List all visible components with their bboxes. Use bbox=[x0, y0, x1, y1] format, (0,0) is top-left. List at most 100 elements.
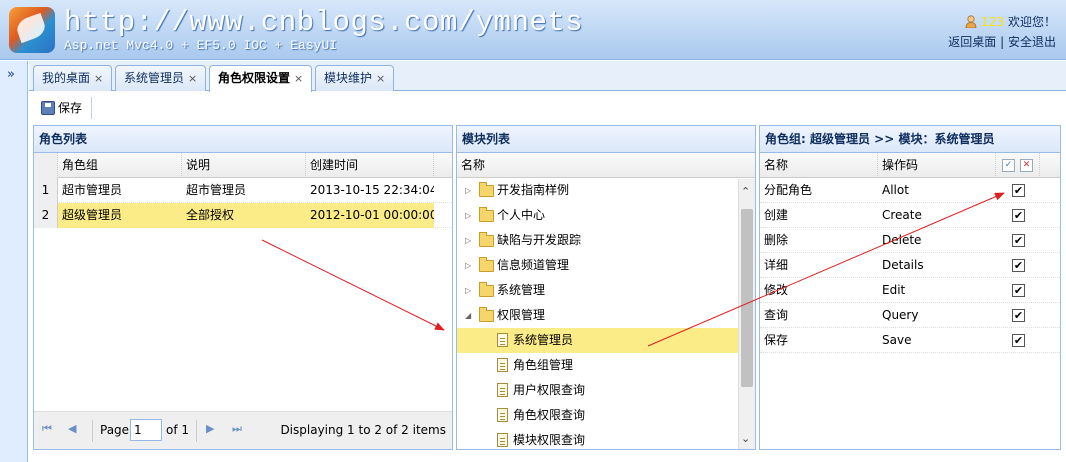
tree-node-label: 用户权限查询 bbox=[513, 383, 586, 397]
page-number-input[interactable]: 1 bbox=[130, 419, 162, 441]
tree-node-file[interactable]: 用户权限查询 bbox=[457, 378, 738, 403]
tree-node-folder[interactable]: ▷ 缺陷与开发跟踪 bbox=[457, 228, 738, 253]
scroll-up-icon[interactable]: ⌃ bbox=[741, 185, 750, 198]
tree-node-folder[interactable]: ▷ 系统管理 bbox=[457, 278, 738, 303]
panel-title: 角色列表 bbox=[34, 126, 452, 153]
permission-checkbox[interactable]: ✔ bbox=[1012, 209, 1025, 222]
expand-arrow-icon[interactable]: ▷ bbox=[465, 228, 471, 253]
folder-icon bbox=[479, 257, 494, 272]
op-code-cell: Save bbox=[882, 333, 912, 347]
west-collapsed-panel: » bbox=[0, 61, 28, 462]
vertical-scrollbar[interactable]: ⌃ ⌄ bbox=[738, 179, 755, 449]
role-name-cell: 超市管理员 bbox=[62, 183, 123, 197]
close-icon[interactable]: × bbox=[294, 72, 303, 85]
permission-checkbox[interactable]: ✔ bbox=[1012, 284, 1025, 297]
panel-title: 模块列表 bbox=[457, 126, 755, 153]
permission-checkbox[interactable]: ✔ bbox=[1012, 334, 1025, 347]
logout-link[interactable]: 安全退出 bbox=[1008, 35, 1056, 49]
file-icon bbox=[497, 408, 508, 422]
op-name-cell: 分配角色 bbox=[764, 183, 813, 197]
save-button[interactable]: 保存 bbox=[37, 97, 86, 119]
column-header-code[interactable]: 操作码 bbox=[878, 153, 996, 178]
permission-checkbox[interactable]: ✔ bbox=[1012, 184, 1025, 197]
table-row[interactable]: 删除 Delete ✔ bbox=[760, 228, 1060, 253]
select-all-icon[interactable]: ✓ bbox=[1002, 159, 1015, 172]
close-icon[interactable]: × bbox=[188, 72, 197, 85]
last-page-icon[interactable]: ⏭ bbox=[232, 422, 242, 436]
column-header-desc[interactable]: 说明 bbox=[182, 153, 306, 178]
tree-node-folder[interactable]: ▷ 信息频道管理 bbox=[457, 253, 738, 278]
column-header-name[interactable]: 名称 bbox=[760, 153, 878, 178]
module-list-panel: 模块列表 名称 ▷ 开发指南样例 ▷ 个人中心 ▷ 缺陷与开发跟踪 ▷ 信息频道… bbox=[456, 125, 756, 450]
prev-page-icon[interactable]: ◀ bbox=[68, 422, 76, 435]
op-code-cell: Create bbox=[882, 208, 922, 222]
column-header-time[interactable]: 创建时间 bbox=[306, 153, 434, 178]
permission-checkbox[interactable]: ✔ bbox=[1012, 259, 1025, 272]
tab-role-permissions[interactable]: 角色权限设置 × bbox=[209, 65, 313, 92]
column-header-role[interactable]: 角色组 bbox=[58, 153, 182, 178]
expand-arrow-icon[interactable]: ▷ bbox=[465, 203, 471, 228]
main-content: 我的桌面 × 系统管理员 × 角色权限设置 × 模块维护 × 保存 角色列表 角色组 说… bbox=[29, 61, 1066, 462]
pager-info: Displaying 1 to 2 of 2 items bbox=[280, 423, 446, 437]
scroll-down-icon[interactable]: ⌄ bbox=[741, 432, 750, 445]
tab-module-maintenance[interactable]: 模块维护 × bbox=[315, 65, 395, 91]
user-icon bbox=[965, 15, 977, 28]
row-number: 2 bbox=[34, 203, 58, 228]
tab-label: 系统管理员 bbox=[124, 71, 185, 85]
tree-node-folder[interactable]: ▷ 个人中心 bbox=[457, 203, 738, 228]
role-name-cell: 超级管理员 bbox=[62, 208, 123, 222]
op-code-cell: Allot bbox=[882, 183, 909, 197]
expand-arrow-icon[interactable]: ▷ bbox=[465, 278, 471, 303]
grid-header: 名称 bbox=[457, 153, 755, 178]
site-subtitle: Asp.net Mvc4.0 + EF5.0 IOC + EasyUI bbox=[64, 38, 338, 53]
role-desc-cell: 全部授权 bbox=[186, 208, 235, 222]
expand-arrow-icon[interactable]: ▷ bbox=[465, 178, 471, 203]
unselect-all-icon[interactable]: ✕ bbox=[1020, 159, 1033, 172]
permission-checkbox[interactable]: ✔ bbox=[1012, 309, 1025, 322]
panel-title: 角色组: 超级管理员 >> 模块：系统管理员 bbox=[760, 126, 1060, 153]
back-to-desktop-link[interactable]: 返回桌面 bbox=[948, 35, 996, 49]
table-row[interactable]: 详细 Details ✔ bbox=[760, 253, 1060, 278]
role-time-cell: 2013-10-15 22:34:04 bbox=[310, 183, 434, 197]
site-logo bbox=[9, 7, 55, 53]
first-page-icon[interactable]: ⏮ bbox=[42, 422, 52, 436]
rownum-header bbox=[34, 153, 58, 178]
scroll-thumb[interactable] bbox=[741, 209, 753, 387]
tree-node-folder-expanded[interactable]: ◢ 权限管理 bbox=[457, 303, 738, 328]
next-page-icon[interactable]: ▶ bbox=[206, 422, 214, 435]
tree-node-label: 权限管理 bbox=[497, 308, 546, 322]
tab-system-admin[interactable]: 系统管理员 × bbox=[115, 65, 207, 91]
table-row[interactable]: 查询 Query ✔ bbox=[760, 303, 1060, 328]
user-info: 123 欢迎您！ 返回桌面 | 安全退出 bbox=[948, 12, 1056, 52]
link-separator: | bbox=[1000, 35, 1005, 49]
op-code-cell: Details bbox=[882, 258, 924, 272]
tree-node-file[interactable]: 角色组管理 bbox=[457, 353, 738, 378]
table-row[interactable]: 2 超级管理员 全部授权 2012-10-01 00:00:00 bbox=[34, 203, 452, 228]
tree-node-file[interactable]: 模块权限查询 bbox=[457, 428, 738, 449]
tree-node-label: 系统管理员 bbox=[513, 333, 574, 347]
tree-node-file[interactable]: 角色权限查询 bbox=[457, 403, 738, 428]
tree-node-folder[interactable]: ▷ 开发指南样例 bbox=[457, 178, 738, 203]
column-header-name[interactable]: 名称 bbox=[457, 153, 737, 178]
collapse-arrow-icon[interactable]: ◢ bbox=[465, 303, 471, 328]
tab-label: 模块维护 bbox=[324, 71, 373, 85]
tree-node-file-selected[interactable]: 系统管理员 bbox=[457, 328, 738, 353]
table-row[interactable]: 分配角色 Allot ✔ bbox=[760, 178, 1060, 203]
op-name-cell: 查询 bbox=[764, 308, 789, 322]
table-row[interactable]: 创建 Create ✔ bbox=[760, 203, 1060, 228]
pager-separator bbox=[196, 420, 197, 442]
row-number: 1 bbox=[34, 178, 58, 203]
close-icon[interactable]: × bbox=[376, 72, 385, 85]
tab-my-desktop[interactable]: 我的桌面 × bbox=[33, 65, 113, 91]
table-row[interactable]: 保存 Save ✔ bbox=[760, 328, 1060, 353]
save-label: 保存 bbox=[58, 101, 83, 115]
close-icon[interactable]: × bbox=[94, 72, 103, 85]
table-row[interactable]: 修改 Edit ✔ bbox=[760, 278, 1060, 303]
expand-icon[interactable]: » bbox=[7, 67, 15, 82]
permission-checkbox[interactable]: ✔ bbox=[1012, 234, 1025, 247]
expand-arrow-icon[interactable]: ▷ bbox=[465, 253, 471, 278]
op-name-cell: 修改 bbox=[764, 283, 789, 297]
table-row[interactable]: 1 超市管理员 超市管理员 2013-10-15 22:34:04 bbox=[34, 178, 452, 203]
op-name-cell: 保存 bbox=[764, 333, 789, 347]
folder-icon bbox=[479, 232, 494, 247]
